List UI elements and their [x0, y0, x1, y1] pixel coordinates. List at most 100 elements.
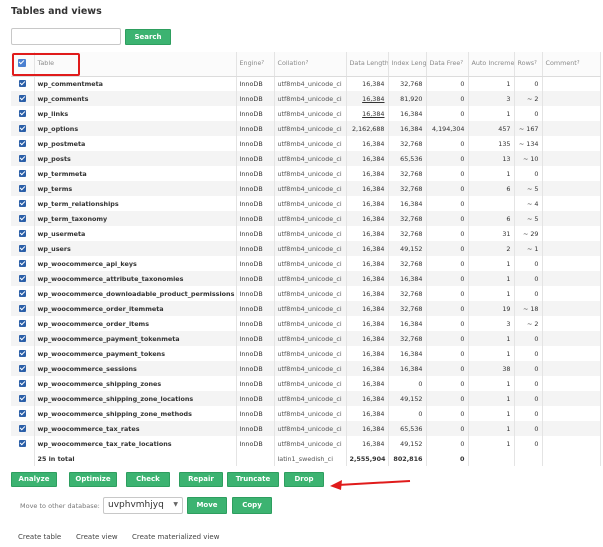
- row-checkbox[interactable]: [11, 121, 35, 136]
- table-row[interactable]: wp_woocommerce_downloadable_product_perm…: [11, 286, 601, 301]
- row-checkbox[interactable]: [11, 361, 35, 376]
- row-checkbox[interactable]: [11, 256, 35, 271]
- table-cell-name[interactable]: wp_links: [34, 106, 237, 121]
- table-cell-name[interactable]: wp_termmeta: [34, 166, 237, 181]
- table-row[interactable]: wp_woocommerce_tax_rate_locations InnoDB u…: [11, 436, 601, 451]
- row-checkbox[interactable]: [11, 106, 35, 121]
- help-icon[interactable]: ?: [460, 60, 463, 66]
- row-checkbox[interactable]: [11, 391, 35, 406]
- table-cell-name[interactable]: wp_woocommerce_attribute_taxonomies: [34, 271, 237, 286]
- create-materialized-view-link[interactable]: Create materialized view: [132, 533, 219, 541]
- table-cell-name[interactable]: wp_woocommerce_order_itemmeta: [34, 301, 237, 316]
- table-row[interactable]: wp_woocommerce_shipping_zone_locations In…: [11, 391, 601, 406]
- table-row[interactable]: wp_woocommerce_shipping_zones InnoDB utf8m…: [11, 376, 601, 391]
- row-checkbox[interactable]: [11, 241, 35, 256]
- table-row[interactable]: wp_woocommerce_payment_tokens InnoDB utf8m…: [11, 346, 601, 361]
- table-cell-name[interactable]: wp_term_taxonomy: [34, 211, 237, 226]
- column-header-index-length[interactable]: Index Length?: [388, 52, 427, 77]
- check-button[interactable]: Check: [126, 472, 170, 487]
- table-cell-name[interactable]: wp_comments: [34, 91, 237, 106]
- row-checkbox[interactable]: [11, 331, 35, 346]
- help-icon[interactable]: ?: [261, 60, 264, 66]
- table-cell-name[interactable]: wp_usermeta: [34, 226, 237, 241]
- table-row[interactable]: wp_woocommerce_order_items InnoDB utf8mb4_…: [11, 316, 601, 331]
- column-header-comment[interactable]: Comment?: [542, 52, 601, 77]
- drop-button[interactable]: Drop: [284, 472, 324, 487]
- row-checkbox[interactable]: [11, 316, 35, 331]
- table-cell-name[interactable]: wp_woocommerce_tax_rates: [34, 421, 237, 436]
- column-header-data-length[interactable]: Data Length?: [346, 52, 389, 77]
- table-cell-name[interactable]: wp_woocommerce_payment_tokens: [34, 346, 237, 361]
- table-row[interactable]: wp_term_taxonomy InnoDB utf8mb4_unicode_ci…: [11, 211, 601, 226]
- row-checkbox[interactable]: [11, 301, 35, 316]
- table-row[interactable]: wp_term_relationships InnoDB utf8mb4_unico…: [11, 196, 601, 211]
- row-checkbox[interactable]: [11, 406, 35, 421]
- table-cell-name[interactable]: wp_woocommerce_api_keys: [34, 256, 237, 271]
- table-row[interactable]: wp_woocommerce_payment_tokenmeta InnoDB ut…: [11, 331, 601, 346]
- table-row[interactable]: wp_users InnoDB utf8mb4_unicode_ci 16,384 49…: [11, 241, 601, 256]
- copy-button[interactable]: Copy: [232, 497, 272, 514]
- table-cell-name[interactable]: wp_users: [34, 241, 237, 256]
- table-cell-name[interactable]: wp_terms: [34, 181, 237, 196]
- column-header-table[interactable]: Table: [34, 52, 237, 77]
- row-checkbox[interactable]: [11, 346, 35, 361]
- column-header-engine[interactable]: Engine?: [236, 52, 275, 77]
- row-checkbox[interactable]: [11, 181, 35, 196]
- truncate-button[interactable]: Truncate: [227, 472, 279, 487]
- table-cell-name[interactable]: wp_woocommerce_tax_rate_locations: [34, 436, 237, 451]
- analyze-button[interactable]: Analyze: [11, 472, 57, 487]
- column-header-rows[interactable]: Rows?: [514, 52, 543, 77]
- table-cell-name[interactable]: wp_woocommerce_shipping_zones: [34, 376, 237, 391]
- database-select[interactable]: uvphvmhjyq ▼: [103, 497, 183, 514]
- move-button[interactable]: Move: [187, 497, 227, 514]
- table-row[interactable]: wp_postmeta InnoDB utf8mb4_unicode_ci 16,38…: [11, 136, 601, 151]
- row-checkbox[interactable]: [11, 91, 35, 106]
- search-button[interactable]: Search: [125, 29, 171, 45]
- search-input[interactable]: [11, 28, 121, 45]
- help-icon[interactable]: ?: [306, 60, 309, 66]
- select-all-checkbox[interactable]: [11, 52, 35, 77]
- row-checkbox[interactable]: [11, 226, 35, 241]
- column-header-collation[interactable]: Collation?: [274, 52, 347, 77]
- table-row[interactable]: wp_woocommerce_order_itemmeta InnoDB utf8m…: [11, 301, 601, 316]
- table-row[interactable]: wp_usermeta InnoDB utf8mb4_unicode_ci 16,38…: [11, 226, 601, 241]
- table-cell-name[interactable]: wp_woocommerce_downloadable_product_perm…: [34, 286, 237, 301]
- table-row[interactable]: wp_woocommerce_api_keys InnoDB utf8mb4_uni…: [11, 256, 601, 271]
- optimize-button[interactable]: Optimize: [69, 472, 117, 487]
- table-cell-name[interactable]: wp_woocommerce_order_items: [34, 316, 237, 331]
- table-cell-name[interactable]: wp_commentmeta: [34, 76, 237, 91]
- row-checkbox[interactable]: [11, 211, 35, 226]
- table-row[interactable]: wp_options InnoDB utf8mb4_unicode_ci 2,162,…: [11, 121, 601, 136]
- table-cell-name[interactable]: wp_woocommerce_payment_tokenmeta: [34, 331, 237, 346]
- row-checkbox[interactable]: [11, 421, 35, 436]
- table-cell-name[interactable]: wp_posts: [34, 151, 237, 166]
- table-row[interactable]: wp_posts InnoDB utf8mb4_unicode_ci 16,384 65…: [11, 151, 601, 166]
- table-cell-name[interactable]: wp_postmeta: [34, 136, 237, 151]
- table-row[interactable]: wp_woocommerce_shipping_zone_methods Inno…: [11, 406, 601, 421]
- help-icon[interactable]: ?: [534, 60, 537, 66]
- table-cell-name[interactable]: wp_woocommerce_shipping_zone_locations: [34, 391, 237, 406]
- row-checkbox[interactable]: [11, 136, 35, 151]
- table-row[interactable]: wp_comments InnoDB utf8mb4_unicode_ci 16,38…: [11, 91, 601, 106]
- table-row[interactable]: wp_commentmeta InnoDB utf8mb4_unicode_ci 16…: [11, 76, 601, 91]
- help-icon[interactable]: ?: [577, 60, 580, 66]
- row-checkbox[interactable]: [11, 376, 35, 391]
- table-cell-name[interactable]: wp_term_relationships: [34, 196, 237, 211]
- row-checkbox[interactable]: [11, 436, 35, 451]
- row-checkbox[interactable]: [11, 271, 35, 286]
- row-checkbox[interactable]: [11, 76, 35, 91]
- column-header-data-free[interactable]: Data Free?: [426, 52, 469, 77]
- row-checkbox[interactable]: [11, 196, 35, 211]
- repair-button[interactable]: Repair: [179, 472, 223, 487]
- table-cell-name[interactable]: wp_options: [34, 121, 237, 136]
- table-row[interactable]: wp_woocommerce_sessions InnoDB utf8mb4_uni…: [11, 361, 601, 376]
- column-header-auto-increment[interactable]: Auto Increment?: [468, 52, 515, 77]
- create-table-link[interactable]: Create table: [18, 533, 61, 541]
- table-row[interactable]: wp_terms InnoDB utf8mb4_unicode_ci 16,384 32…: [11, 181, 601, 196]
- row-checkbox[interactable]: [11, 166, 35, 181]
- table-cell-name[interactable]: wp_woocommerce_shipping_zone_methods: [34, 406, 237, 421]
- table-row[interactable]: wp_links InnoDB utf8mb4_unicode_ci 16,384 16…: [11, 106, 601, 121]
- table-cell-name[interactable]: wp_woocommerce_sessions: [34, 361, 237, 376]
- row-checkbox[interactable]: [11, 151, 35, 166]
- create-view-link[interactable]: Create view: [76, 533, 118, 541]
